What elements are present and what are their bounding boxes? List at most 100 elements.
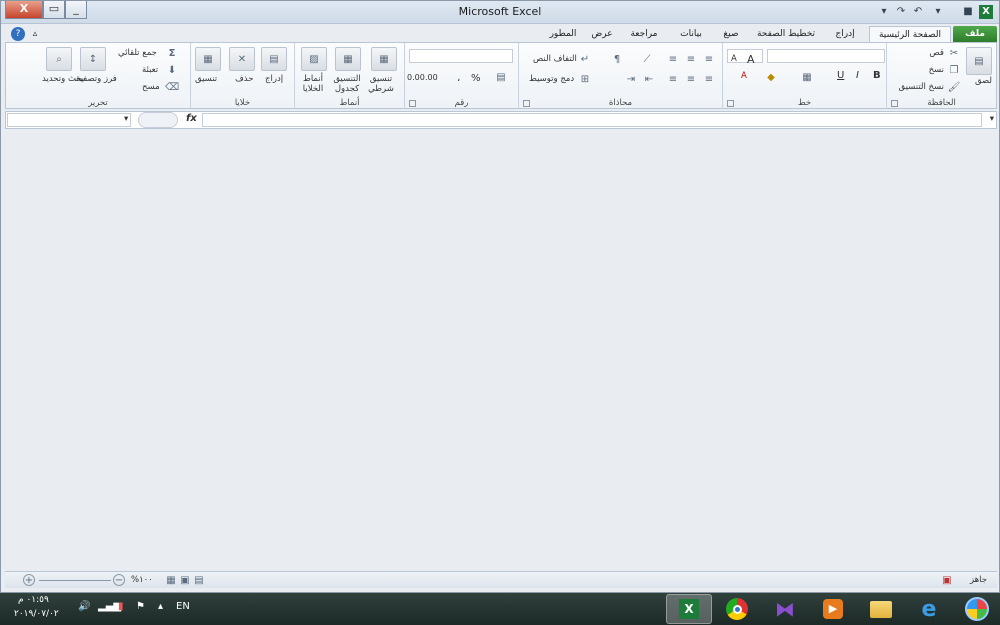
format-painter-icon[interactable]: 🖌 [948, 81, 961, 93]
format-as-table-button[interactable]: التنسيق كجدول [327, 74, 367, 94]
percent-button[interactable]: % [471, 73, 481, 84]
taskbar-excel[interactable]: X [666, 594, 712, 624]
tab-insert[interactable]: إدراج [825, 26, 865, 43]
increase-indent-icon[interactable]: ⇥ [625, 73, 637, 85]
taskbar-media-player[interactable]: ▶ [810, 594, 856, 624]
align-center-icon[interactable]: ≡ [685, 73, 697, 85]
wrap-text-icon[interactable]: ↵ [579, 53, 591, 65]
fill-color-icon[interactable]: ◆ [765, 71, 777, 83]
align-middle-icon[interactable]: ≡ [685, 53, 697, 65]
align-bottom-icon[interactable]: ≡ [667, 53, 679, 65]
format-cells-icon[interactable]: ▦ [195, 47, 221, 71]
normal-view-icon[interactable]: ▦ [165, 574, 177, 586]
insert-cells-button[interactable]: إدراج [265, 74, 283, 84]
find-select-icon[interactable]: ⌕ [46, 47, 72, 71]
font-name-dropdown[interactable] [767, 49, 885, 63]
excel-app-icon[interactable]: X [979, 5, 993, 19]
bold-button[interactable]: B [873, 70, 881, 81]
comma-button[interactable]: ، [457, 73, 460, 84]
orientation-icon[interactable]: ⟋ [641, 53, 653, 65]
sort-filter-icon[interactable]: ↕ [80, 47, 106, 71]
conditional-formatting-button[interactable]: تنسيق شرطي [363, 74, 399, 94]
undo-icon[interactable]: ↶ [911, 5, 925, 19]
taskbar-explorer[interactable] [858, 594, 904, 624]
conditional-formatting-icon[interactable]: ▦ [371, 47, 397, 71]
name-box-dropdown-icon[interactable]: ▾ [124, 114, 128, 124]
tab-view[interactable]: عرض [587, 26, 617, 43]
start-button[interactable] [954, 594, 1000, 624]
format-painter-button[interactable]: نسخ التنسيق [899, 82, 944, 92]
clock-date[interactable]: ٢٠١٩/٠٧/٠٢ [14, 609, 59, 619]
language-indicator[interactable]: EN [176, 601, 190, 612]
number-format-dropdown[interactable] [409, 49, 513, 63]
tab-developer[interactable]: المطور [543, 26, 583, 43]
show-hidden-icons-icon[interactable]: ▴ [158, 601, 163, 612]
italic-button[interactable]: I [856, 70, 859, 81]
clear-button[interactable]: مسح [142, 82, 160, 92]
zoom-slider-track[interactable] [39, 580, 111, 581]
zoom-in-icon[interactable]: + [23, 574, 35, 586]
shrink-font-button[interactable]: A [731, 54, 737, 64]
clear-icon[interactable]: ⌫ [165, 81, 179, 93]
fill-icon[interactable]: ⬇ [166, 64, 178, 76]
cut-icon[interactable]: ✂ [948, 47, 960, 59]
page-layout-view-icon[interactable]: ▣ [179, 574, 191, 586]
find-select-button[interactable]: بحث وتحديد [42, 74, 84, 84]
paste-button[interactable]: لصق [975, 76, 992, 86]
zoom-level[interactable]: %١٠٠ [131, 575, 153, 585]
grow-font-button[interactable]: A [747, 53, 755, 66]
copy-icon[interactable]: ❐ [948, 64, 960, 76]
autosum-icon[interactable]: Σ [166, 47, 178, 59]
merge-center-button[interactable]: دمج وتوسيط [529, 74, 574, 84]
align-right-icon[interactable]: ≡ [703, 73, 715, 85]
align-left-icon[interactable]: ≡ [667, 73, 679, 85]
save-icon[interactable]: ■ [961, 5, 975, 19]
qat-dropdown-icon[interactable]: ▾ [931, 5, 945, 19]
decrease-decimal-button[interactable]: 0.00 [407, 73, 425, 82]
font-launcher-icon[interactable] [727, 100, 734, 107]
underline-button[interactable]: U [837, 70, 844, 81]
taskbar-chrome[interactable] [714, 594, 760, 624]
number-launcher-icon[interactable] [409, 100, 416, 107]
formula-input[interactable] [202, 113, 982, 127]
formula-expand-toggle[interactable] [138, 112, 178, 128]
action-center-icon[interactable]: ⚑ [136, 601, 145, 612]
copy-button[interactable]: نسخ [929, 65, 944, 75]
formula-expand-icon[interactable]: ▾ [990, 114, 994, 124]
merge-center-icon[interactable]: ⊞ [579, 73, 591, 85]
tab-file[interactable]: ملف [953, 26, 997, 43]
volume-icon[interactable]: 🔊 [78, 601, 90, 612]
help-icon[interactable]: ? [11, 27, 25, 41]
wrap-text-button[interactable]: التفاف النص [533, 54, 577, 64]
rtl-direction-icon[interactable]: ¶ [611, 53, 623, 65]
insert-function-button[interactable]: fx [186, 113, 197, 124]
autosum-button[interactable]: جمع تلقائي [118, 48, 157, 58]
tab-home[interactable]: الصفحة الرئيسية [869, 26, 951, 43]
delete-cells-icon[interactable]: ✕ [229, 47, 255, 71]
font-color-button[interactable]: A [741, 71, 747, 81]
fill-button[interactable]: تعبئة [142, 65, 158, 75]
macro-record-icon[interactable]: ▣ [941, 574, 953, 586]
cut-button[interactable]: قص [930, 48, 944, 58]
increase-decimal-button[interactable]: .00 [425, 73, 438, 82]
taskbar-visual-studio[interactable]: ⧓ [762, 594, 808, 624]
format-cells-button[interactable]: تنسيق [195, 74, 217, 84]
cell-styles-button[interactable]: أنماط الخلايا [297, 74, 329, 94]
format-as-table-icon[interactable]: ▦ [335, 47, 361, 71]
alignment-launcher-icon[interactable] [523, 100, 530, 107]
insert-cells-icon[interactable]: ▤ [261, 47, 287, 71]
page-break-view-icon[interactable]: ▤ [193, 574, 205, 586]
borders-icon[interactable]: ▦ [801, 71, 813, 83]
name-box[interactable] [7, 113, 131, 127]
delete-cells-button[interactable]: حذف [235, 74, 254, 84]
clock-time[interactable]: ٠١:٥٩ م [18, 595, 49, 605]
currency-icon[interactable]: ▤ [495, 71, 507, 83]
power-icon[interactable]: ▮ [118, 601, 124, 612]
tab-page-layout[interactable]: تخطيط الصفحة [751, 26, 821, 43]
clipboard-launcher-icon[interactable] [891, 100, 898, 107]
redo-icon[interactable]: ↷ [894, 5, 908, 19]
qat-customize-icon[interactable]: ▾ [877, 5, 891, 19]
tab-formulas[interactable]: صيغ [715, 26, 747, 43]
decrease-indent-icon[interactable]: ⇤ [643, 73, 655, 85]
paste-icon[interactable]: ▤ [966, 47, 992, 75]
